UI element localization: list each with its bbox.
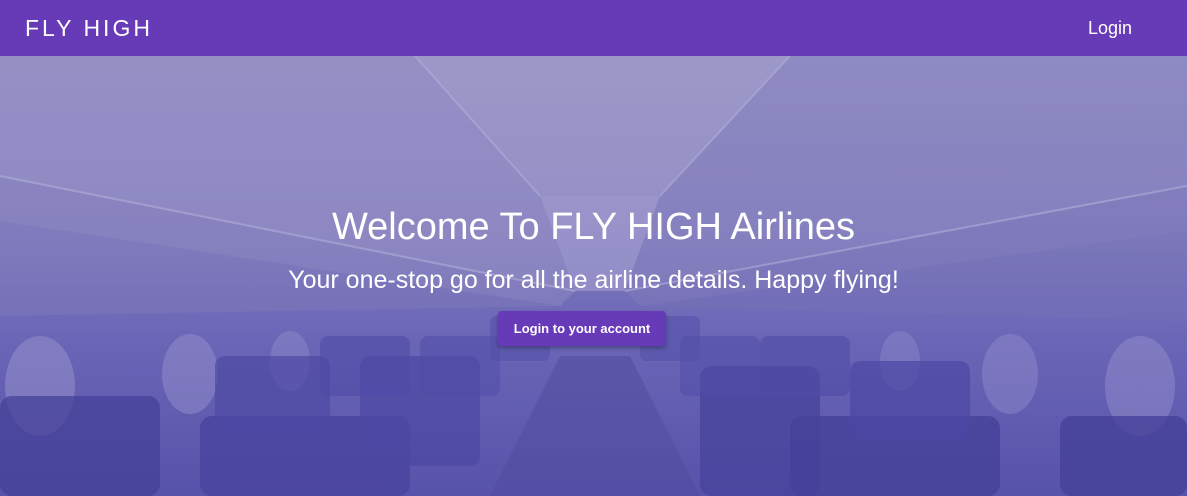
nav-login-link[interactable]: Login [1088,18,1132,39]
hero-section: Welcome To FLY HIGH Airlines Your one-st… [0,56,1187,496]
login-to-account-button[interactable]: Login to your account [498,311,666,346]
brand-logo-text[interactable]: FLY HIGH [25,15,153,42]
hero-title: Welcome To FLY HIGH Airlines [331,206,856,248]
hero-content: Welcome To FLY HIGH Airlines Your one-st… [0,56,1187,496]
hero-subtitle: Your one-stop go for all the airline det… [288,266,899,294]
top-navbar: FLY HIGH Login [0,0,1187,56]
